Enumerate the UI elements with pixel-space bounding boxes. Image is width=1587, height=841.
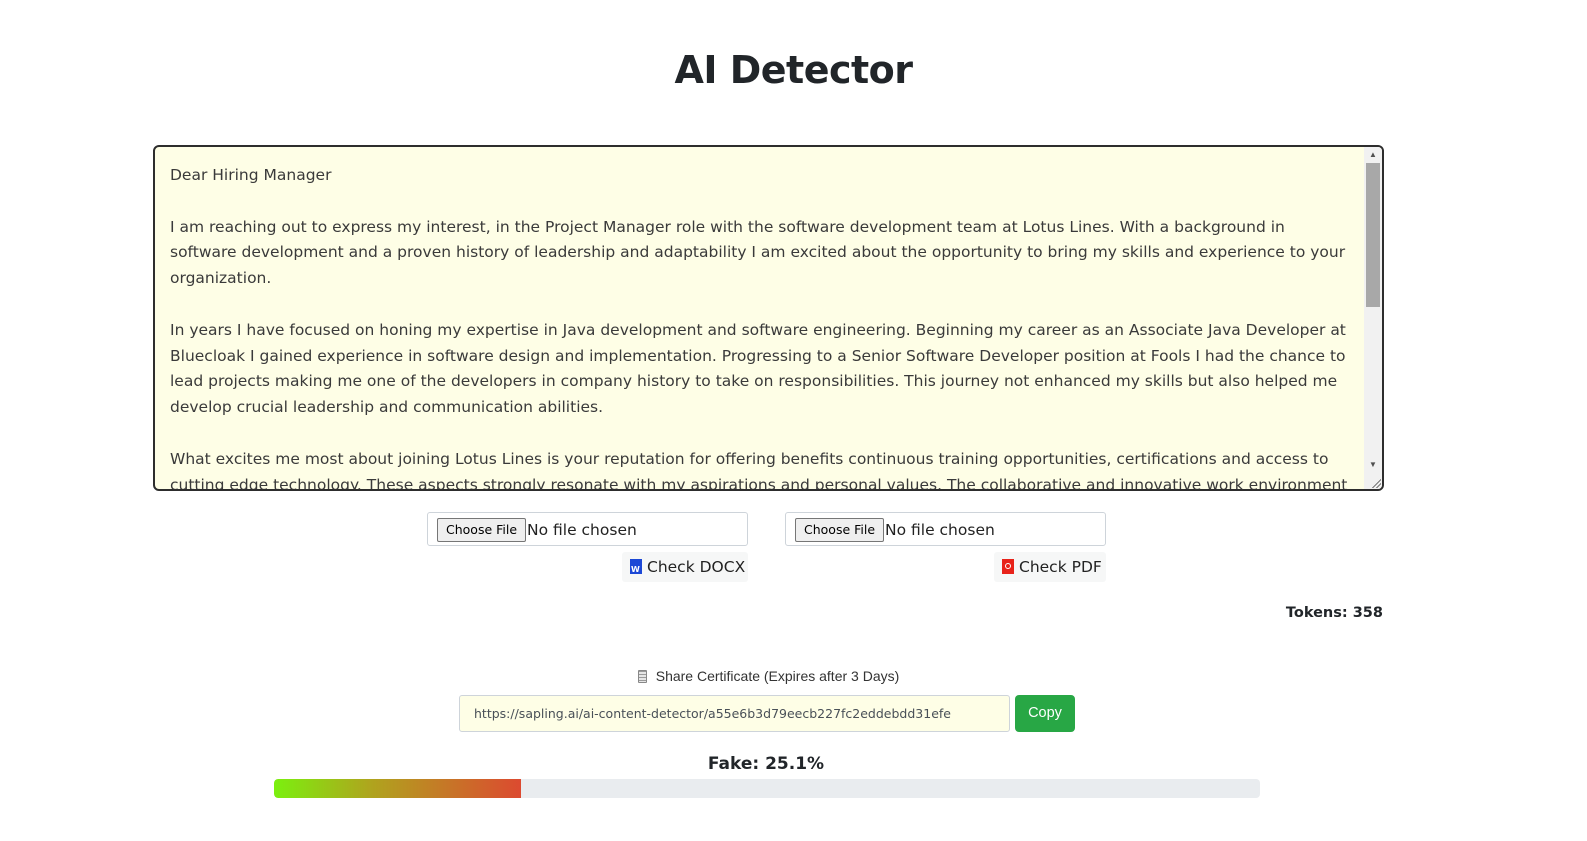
fake-score-progress-fill xyxy=(274,779,522,798)
paragraph-motivation: What excites me most about joining Lotus… xyxy=(170,449,1348,491)
scroll-down-arrow-icon[interactable]: ▼ xyxy=(1364,457,1382,473)
share-certificate-label: Share Certificate (Expires after 3 Days) xyxy=(0,668,1537,684)
paragraph-intro: I am reaching out to express my interest… xyxy=(170,217,1346,288)
scroll-up-arrow-icon[interactable]: ▲ xyxy=(1364,147,1382,163)
docx-file-status: No file chosen xyxy=(527,521,637,539)
page-title: AI Detector xyxy=(674,48,913,92)
resize-handle-icon[interactable] xyxy=(1371,478,1381,488)
fake-score-label: Fake: 25.1% xyxy=(707,754,825,774)
check-docx-label: Check DOCX xyxy=(647,558,746,576)
token-count: Tokens: 358 xyxy=(1285,605,1383,621)
pdf-document-icon xyxy=(1002,559,1014,574)
fake-score-progress-bar xyxy=(274,779,1260,798)
certificate-url-field[interactable]: https://sapling.ai/ai-content-detector/a… xyxy=(459,695,1010,732)
paragraph-experience: In years I have focused on honing my exp… xyxy=(170,320,1346,417)
docx-file-input[interactable]: Choose File No file chosen xyxy=(427,512,748,546)
scroll-icon xyxy=(637,670,647,683)
docx-choose-file-button[interactable]: Choose File xyxy=(437,518,527,542)
scrollbar-thumb[interactable] xyxy=(1366,163,1380,307)
text-content[interactable]: Dear Hiring Manager I am reaching out to… xyxy=(170,163,1355,491)
pdf-file-input[interactable]: Choose File No file chosen xyxy=(785,512,1106,546)
text-area-scrollbar[interactable]: ▲ ▼ xyxy=(1364,147,1382,489)
share-certificate-text: Share Certificate (Expires after 3 Days) xyxy=(655,668,900,684)
text-input-area[interactable]: Dear Hiring Manager I am reaching out to… xyxy=(153,145,1384,491)
ai-detector-page: AI Detector Dear Hiring Manager I am rea… xyxy=(0,0,1587,841)
word-document-icon xyxy=(630,559,642,574)
check-docx-button[interactable]: Check DOCX xyxy=(622,552,748,582)
check-pdf-button[interactable]: Check PDF xyxy=(994,552,1106,582)
check-pdf-label: Check PDF xyxy=(1019,558,1102,576)
pdf-choose-file-button[interactable]: Choose File xyxy=(795,518,885,542)
paragraph-greeting: Dear Hiring Manager xyxy=(170,166,332,184)
pdf-file-status: No file chosen xyxy=(885,521,995,539)
copy-button[interactable]: Copy xyxy=(1015,695,1075,732)
